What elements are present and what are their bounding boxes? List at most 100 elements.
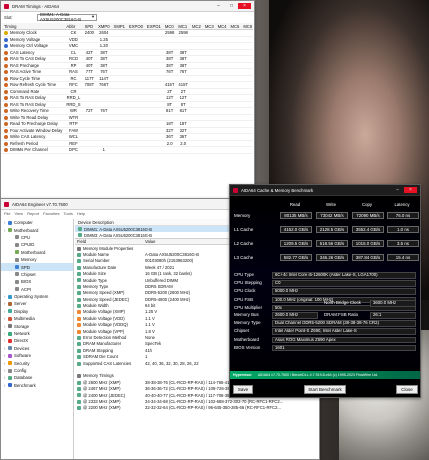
dram-fsb-ratio-label: DRAM:FSB Ratio — [324, 312, 359, 317]
tree-node-icon — [15, 279, 19, 284]
tree-item-chipset[interactable]: Chipset — [1, 271, 73, 278]
tree-item-cpu[interactable]: CPU — [1, 234, 73, 241]
tree-item-label: Config — [14, 368, 27, 373]
tree-item-label: Database — [14, 375, 33, 381]
tree-item-software[interactable]: › Software — [1, 352, 73, 359]
property-field-text: Module Name — [83, 251, 110, 257]
info-row-bios-version: BIOS Version 1601 — [232, 344, 418, 352]
property-field: @ 2200 MHz (XMP) — [75, 405, 143, 411]
timing-row[interactable]: DIMMs Per Channel DPC 1 — [2, 146, 253, 154]
tree-node-icon — [15, 235, 19, 240]
tree-item-label: Display — [14, 308, 29, 314]
info-value: 6C+4c Intel Core i5-12600K (Alder Lake-S… — [272, 272, 416, 279]
tree-item-network[interactable]: › Network — [1, 330, 73, 337]
tree-item-multimedia[interactable]: › Multimedia — [1, 315, 73, 322]
close-icon[interactable]: × — [404, 187, 417, 193]
property-field-text: Supported CAS Latencies — [83, 360, 132, 366]
tree-item-computer[interactable]: › Computer — [1, 219, 73, 226]
tree-node-icon — [8, 346, 12, 351]
menu-item-report[interactable]: Report — [27, 211, 39, 216]
property-field-text: Memory Timings — [83, 373, 114, 379]
info-value: 5000.0 MHz — [272, 288, 416, 295]
timing-icon — [4, 96, 8, 101]
tree-item-acpi[interactable]: ACPI — [1, 286, 73, 293]
tree-item-storage[interactable]: › Storage — [1, 322, 73, 329]
menu-item-favorites[interactable]: Favorites — [43, 211, 59, 216]
tree-item-devices[interactable]: › Devices — [1, 345, 73, 352]
property-icon — [77, 284, 81, 289]
close-button[interactable]: Close — [396, 385, 418, 394]
timing-cell: DPC — [64, 146, 83, 154]
property-field-text: Module Width — [83, 303, 109, 309]
tree-item-server[interactable]: › Server — [1, 300, 73, 307]
benchmark-results-panel: Read Write Copy Latency Hypervisor AIDA6… — [230, 196, 420, 397]
property-icon — [77, 316, 81, 321]
timing-cell — [189, 146, 203, 154]
timing-name-text: Write CAS Latency — [10, 134, 46, 140]
timing-cell — [82, 146, 97, 154]
benchmark-row-label: L1 Cache — [234, 227, 254, 232]
tree-item-label: BIOS — [21, 279, 32, 285]
info-label: CPU Stepping — [234, 280, 262, 286]
timing-name-text: CAS Latency — [10, 49, 35, 55]
property-field: Memory Module Properties — [75, 245, 143, 251]
timing-cell — [126, 146, 145, 154]
write-column-header: Write — [326, 202, 336, 207]
tree-item-bios[interactable]: BIOS — [1, 278, 73, 285]
dram-fsb-ratio-value: 26:1 — [370, 312, 416, 319]
start-benchmark-button[interactable]: Start Benchmark — [304, 385, 346, 394]
save-button[interactable]: Save — [233, 385, 253, 394]
tree-item-benchmark[interactable]: › Benchmark — [1, 382, 73, 389]
tree-item-security[interactable]: › Security — [1, 359, 73, 366]
property-icon — [77, 355, 81, 360]
tree-item-label: Security — [14, 360, 30, 366]
benchmark-titlebar[interactable]: AIDA64 Cache & Memory Benchmark – × — [230, 185, 420, 196]
timing-name-text: Four Activate Window Delay — [10, 127, 63, 133]
timing-cell: 415T — [176, 81, 190, 89]
tree-item-label: Network — [14, 331, 30, 337]
tree-node-icon — [8, 324, 12, 329]
tree-item-memory[interactable]: Memory — [1, 256, 73, 263]
slot-dropdown[interactable]: DIMM1: A-Data AX5U5200C3816G-B ▾ — [37, 12, 97, 22]
timing-name: DIMMs Per Channel — [2, 146, 65, 154]
tree-item-operating-system[interactable]: › Operating System — [1, 293, 73, 300]
timing-name-text: Read To Precharge Delay — [10, 121, 58, 127]
tree-item-motherboard[interactable]: › Motherboard — [1, 226, 73, 233]
info-row-cpu-clock: CPU Clock 5000.0 MHz — [232, 288, 418, 295]
tree-item-label: Software — [14, 353, 31, 359]
tree-item-spd[interactable]: SPD — [1, 263, 73, 271]
benchmark-value: 3552.4 GB/s — [352, 226, 384, 233]
tree-node-icon — [8, 375, 12, 380]
menu-item-tools[interactable]: Tools — [64, 211, 73, 216]
slot-selector-bar: Slot: DIMM1: A-Data AX5U5200C3816G-B ▾ — [1, 12, 254, 22]
benchmark-value: 2128.5 GB/s — [316, 226, 348, 233]
tree-item-database[interactable]: › Database — [1, 374, 73, 381]
menu-item-help[interactable]: Help — [77, 211, 85, 216]
timing-name-text: Memory Clock — [10, 30, 37, 36]
maximize-icon[interactable]: □ — [225, 3, 238, 9]
property-field-text: Memory Type — [83, 283, 109, 289]
minimize-icon[interactable]: – — [212, 3, 225, 9]
tree-item-label: Multimedia — [14, 316, 35, 322]
timing-name-text: RAS To CAS Delay — [10, 56, 46, 62]
property-icon — [77, 272, 81, 277]
tree-item-directx[interactable]: › DirectX — [1, 337, 73, 344]
tree-node-icon — [15, 242, 19, 247]
property-row[interactable]: @ 2333 MHz (XMP) 34-34-34-68 (CL-RCD-RP-R… — [75, 398, 319, 404]
tree-item-motherboard[interactable]: Motherboard — [1, 249, 73, 256]
dram-timings-window: DRAM Timings - AIDA64 – □ × Slot: DIMM1:… — [0, 0, 255, 200]
device-name: DIMM1: A-Data AX5U5200C3816G-B — [84, 226, 153, 232]
timing-icon — [4, 115, 8, 120]
slot-label: Slot: — [4, 14, 13, 20]
menu-item-view[interactable]: View — [14, 211, 23, 216]
info-label: CPU FSB — [234, 296, 254, 302]
tree-item-config[interactable]: › Config — [1, 367, 73, 374]
property-field-text: Error Detection Method — [83, 335, 127, 341]
minimize-icon[interactable]: – — [391, 187, 404, 193]
property-row[interactable]: @ 2200 MHz (XMP) 32-32-32-64 (CL-RCD-RP-R… — [75, 405, 319, 411]
tree-item-display[interactable]: › Display — [1, 308, 73, 315]
close-icon[interactable]: × — [238, 3, 251, 9]
dram-timings-titlebar[interactable]: DRAM Timings - AIDA64 – □ × — [1, 1, 254, 12]
menu-item-file[interactable]: File — [4, 211, 10, 216]
tree-item-cpuid[interactable]: CPUID — [1, 241, 73, 248]
